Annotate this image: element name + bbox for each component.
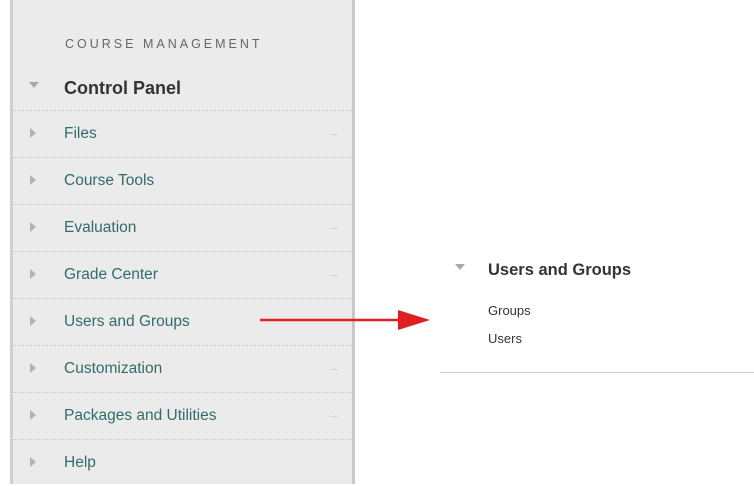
expand-triangle-icon[interactable]	[30, 316, 36, 326]
submenu-title: Users and Groups	[488, 261, 632, 279]
submenu-link-users[interactable]: Users	[488, 331, 522, 346]
menu-item-label[interactable]: Files	[64, 125, 97, 143]
control-panel-header[interactable]: Control Panel	[13, 66, 352, 110]
control-panel-title: Control Panel	[64, 78, 182, 98]
menu-item-label[interactable]: Help	[64, 454, 96, 472]
menu-item-course-tools[interactable]: Course Tools	[13, 157, 352, 204]
menu-item-help[interactable]: Help	[13, 439, 352, 486]
menu-item-label[interactable]: Grade Center	[64, 266, 158, 284]
submenu-link-groups[interactable]: Groups	[488, 303, 531, 318]
menu-item-packages-and-utilities[interactable]: Packages and Utilities →	[13, 392, 352, 439]
menu-item-grade-center[interactable]: Grade Center →	[13, 251, 352, 298]
menu-item-label[interactable]: Course Tools	[64, 172, 154, 190]
expand-triangle-icon[interactable]	[30, 222, 36, 232]
control-panel-menu: Files → Course Tools Evaluation → Grade …	[13, 110, 352, 486]
go-arrow-icon[interactable]: →	[326, 124, 340, 140]
menu-item-evaluation[interactable]: Evaluation →	[13, 204, 352, 251]
go-arrow-icon[interactable]: →	[326, 406, 340, 422]
collapse-triangle-icon[interactable]	[455, 264, 465, 270]
expand-triangle-icon[interactable]	[30, 269, 36, 279]
expand-triangle-icon[interactable]	[30, 363, 36, 373]
go-arrow-icon[interactable]: →	[326, 359, 340, 375]
expand-triangle-icon[interactable]	[30, 128, 36, 138]
course-management-heading: COURSE MANAGEMENT	[65, 37, 263, 51]
expand-triangle-icon[interactable]	[30, 457, 36, 467]
callout-arrow-icon	[260, 310, 430, 330]
menu-item-label[interactable]: Packages and Utilities	[64, 407, 217, 425]
menu-item-customization[interactable]: Customization →	[13, 345, 352, 392]
menu-item-files[interactable]: Files →	[13, 110, 352, 157]
menu-item-label[interactable]: Users and Groups	[64, 313, 190, 331]
users-and-groups-submenu: Users and Groups Groups Users	[440, 248, 754, 373]
go-arrow-icon[interactable]: →	[326, 218, 340, 234]
menu-item-label[interactable]: Customization	[64, 360, 162, 378]
menu-item-label[interactable]: Evaluation	[64, 219, 136, 237]
go-arrow-icon[interactable]: →	[326, 265, 340, 281]
control-panel-sidebar: COURSE MANAGEMENT Control Panel Files → …	[10, 0, 355, 484]
expand-triangle-icon[interactable]	[30, 410, 36, 420]
collapse-triangle-icon[interactable]	[29, 82, 39, 88]
expand-triangle-icon[interactable]	[30, 175, 36, 185]
